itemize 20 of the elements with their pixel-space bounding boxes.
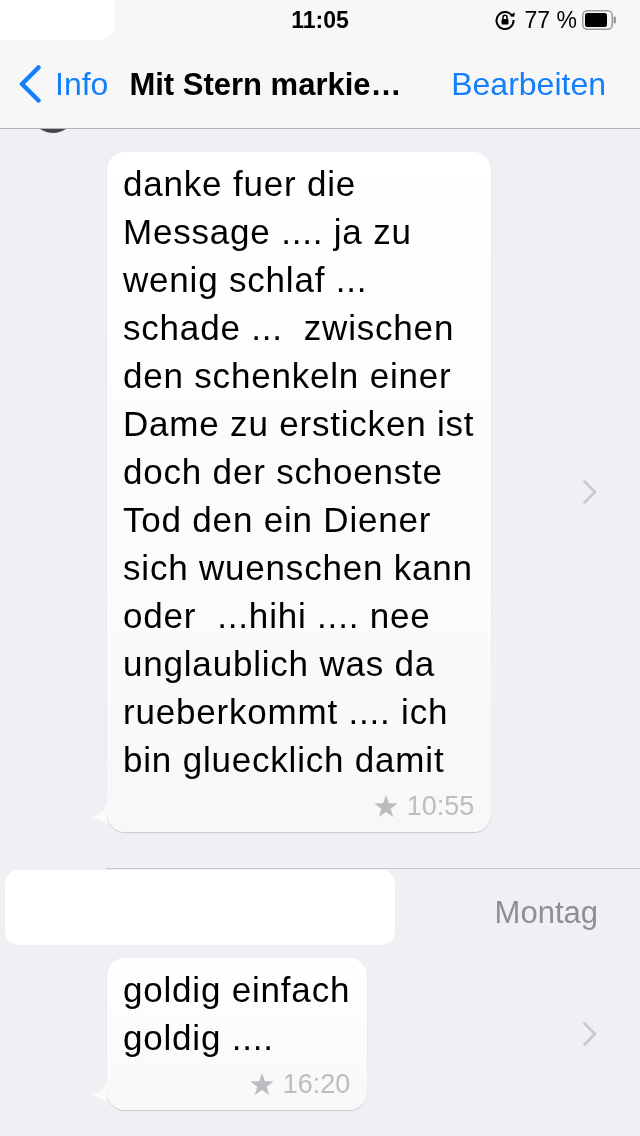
rotation-lock-icon xyxy=(493,9,516,31)
status-time: 11:05 xyxy=(291,8,349,32)
bubble-tail xyxy=(92,800,107,824)
back-button[interactable]: Info xyxy=(18,65,109,103)
message-bubble[interactable] xyxy=(107,152,492,832)
screen-title: Mit Stern markie… xyxy=(129,68,402,100)
edit-button[interactable]: Bearbeiten xyxy=(451,68,606,100)
message-date: Montag xyxy=(494,897,598,928)
message-time: 10:55 xyxy=(406,792,475,820)
message-bubble[interactable]: goldig einfach goldig .... 16:20 xyxy=(107,958,368,1110)
message-text: danke fuer die Message .... ja zu wenig schlaf ... schade ... zwischen den schenkeln einer Dame zu ersticken ist doch der schoenste Tod den ein Diener sich wuenschen kann oder ...hihi .... nee unglaublich was da rueberkommt .... ich bin gluecklich damit xyxy=(123,163,475,781)
chevron-right-icon[interactable] xyxy=(583,1022,597,1046)
message-time: 16:20 xyxy=(282,1070,351,1098)
chevron-left-icon xyxy=(18,65,42,103)
battery-percentage: 77 % xyxy=(524,8,577,32)
avatar-icon xyxy=(40,129,66,133)
message-text: goldig einfach goldig .... xyxy=(123,969,351,1059)
battery-icon xyxy=(582,10,616,30)
chevron-right-icon[interactable] xyxy=(583,480,597,504)
bubble-tail xyxy=(92,1078,107,1102)
